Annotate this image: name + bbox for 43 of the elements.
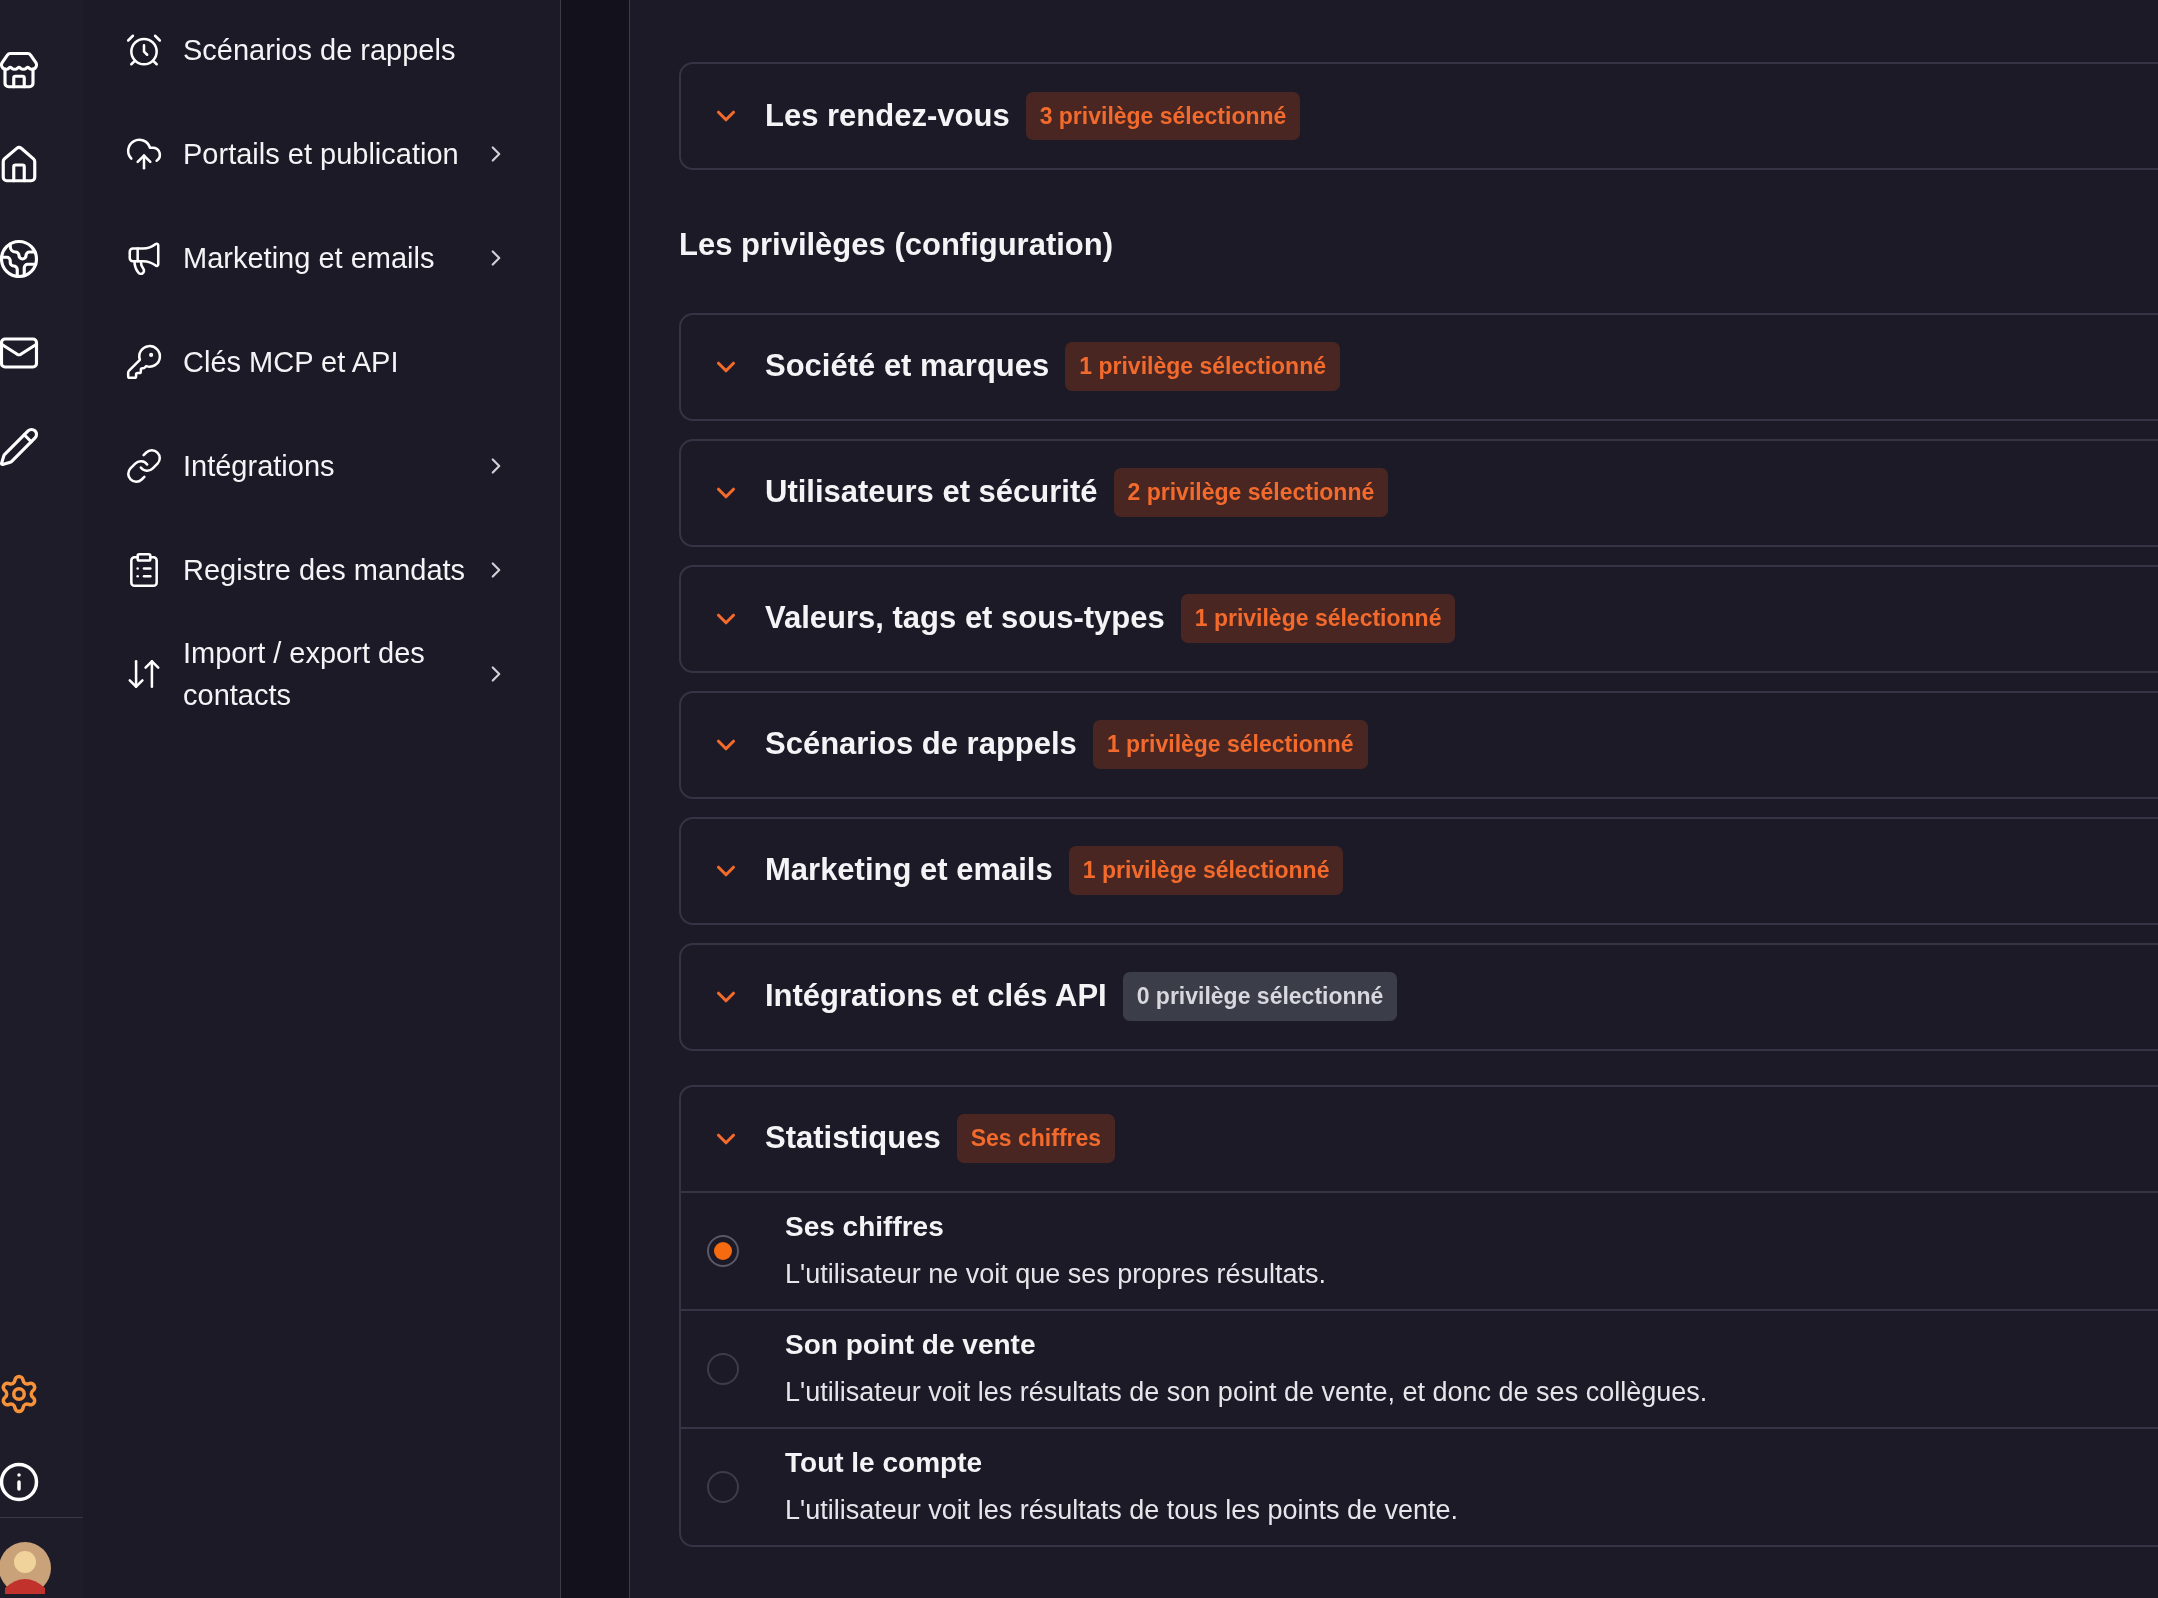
radio-option[interactable]: Tout le compte L'utilisateur voit les résultats de tous les points de vente. [681,1426,2158,1545]
card-title[interactable]: Valeurs, tags et sous-types [765,595,1165,642]
card-title[interactable]: Statistiques [765,1115,941,1162]
nav-item[interactable]: Import / export des contacts [83,622,560,726]
radio-button[interactable] [707,1234,739,1267]
privilege-count-badge: 1 privilège sélectionné [1180,594,1456,643]
nav-item[interactable]: Portails et publication [83,102,560,206]
pencil-icon[interactable] [0,426,40,468]
option-description: L'utilisateur voit les résultats de tous les points de vente. [785,1494,1459,1528]
privilege-count-badge: 0 privilège sélectionné [1122,972,1398,1021]
radio-button[interactable] [707,1352,739,1385]
card-title[interactable]: Utilisateurs et sécurité [765,469,1098,516]
nav-item[interactable]: Intégrations [83,414,560,518]
nav-item[interactable]: Registre des mandats [83,518,560,622]
card-title[interactable]: Scénarios de rappels [765,721,1077,768]
card-title[interactable]: Les rendez-vous [765,92,1010,140]
privilege-count-badge: 3 privilège sélectionné [1025,91,1301,141]
section-heading: Les privilèges (configuration) [679,226,1115,264]
card-title[interactable]: Marketing et emails [765,847,1053,894]
info-icon[interactable] [0,1461,40,1503]
option-title: Tout le compte [785,1446,984,1481]
option-title: Son point de vente [785,1328,1037,1363]
privilege-count-badge: 1 privilège sélectionné [1068,846,1344,895]
privilege-count-badge: Ses chiffres [956,1114,1116,1163]
privilege-count-badge: 1 privilège sélectionné [1065,342,1340,391]
avatar[interactable] [0,1542,51,1594]
nav-item[interactable]: Clés MCP et API [83,310,560,414]
option-description: L'utilisateur ne voit que ses propres résultats. [785,1258,1326,1292]
option-title: Ses chiffres [785,1210,945,1245]
radio-option[interactable]: Son point de vente L'utilisateur voit les résultats de son point de vente, et donc de ses collègues. [681,1308,2158,1427]
card-title[interactable]: Société et marques [765,343,1050,390]
key-icon [125,343,163,381]
link-icon [125,447,163,485]
privilege-count-badge: 2 privilège sélectionné [1113,468,1389,517]
radio-button[interactable] [707,1470,739,1503]
globe-icon[interactable] [0,238,40,280]
radio-option[interactable]: Ses chiffres L'utilisateur ne voit que ses propres résultats. [681,1190,2158,1309]
megaphone-icon [125,239,163,277]
nav-item[interactable]: Scénarios de rappels [83,0,560,102]
option-description: L'utilisateur voit les résultats de son point de vente, et donc de ses collègues. [785,1376,1708,1410]
privilege-count-badge: 1 privilège sélectionné [1092,720,1368,769]
card-title[interactable]: Intégrations et clés API [765,973,1107,1020]
nav-item[interactable]: Marketing et emails [83,206,560,310]
